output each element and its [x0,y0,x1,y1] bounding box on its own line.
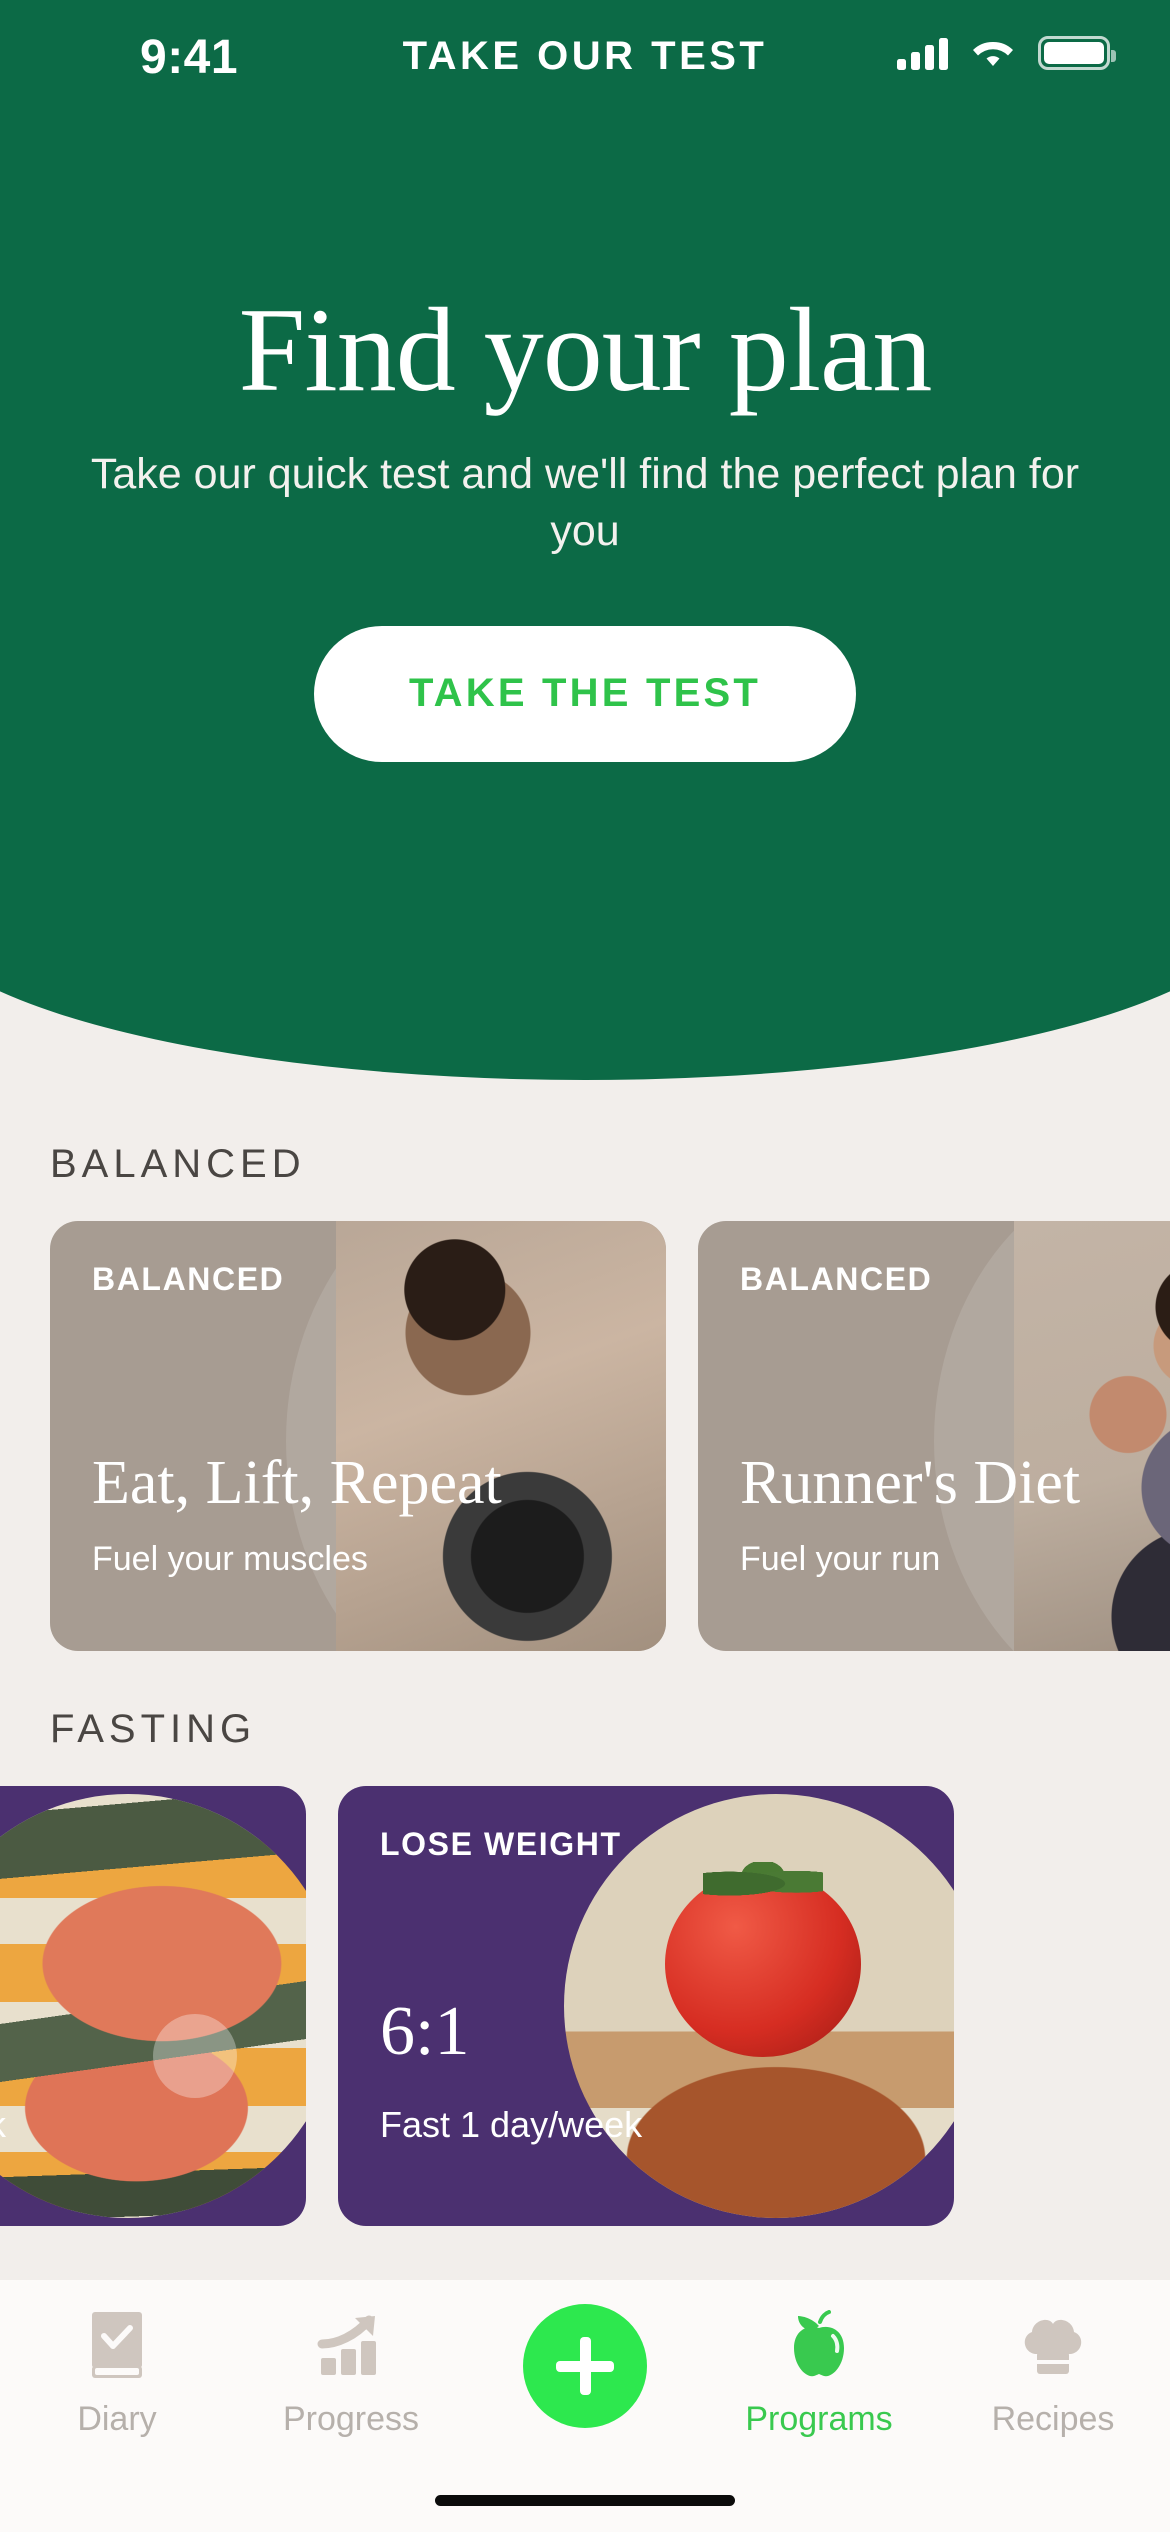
card-title: Runner's Diet [740,1449,1081,1517]
status-bar-icons [897,36,1116,70]
man-lifting-dumbbell-photo [336,1221,666,1651]
fasting-card-rail[interactable]: WEIGHT days/week LOSE WEIGHT 6:1 Fast 1 … [0,1786,1170,2226]
section-heading-balanced: BALANCED [50,1142,306,1186]
program-card-runners-diet[interactable]: BALANCED Runner's Diet Fuel your run [698,1221,1170,1651]
hero-subtitle: Take our quick test and we'll find the p… [90,450,1080,555]
card-title: 6:1 [380,1993,470,2070]
card-subtitle: days/week [0,2104,6,2146]
card-tag: LOSE WEIGHT [380,1826,622,1862]
page-title: Find your plan [238,283,933,416]
add-entry-container [485,2304,685,2428]
diary-book-check-icon [86,2308,148,2384]
hero-section: Find your plan Take our quick test and w… [0,0,1170,762]
status-bar: 9:41 TAKE OUR TEST [0,0,1170,104]
wifi-icon [970,36,1016,70]
woman-yoga-pose-photo [1014,1221,1170,1651]
card-subtitle: Fuel your muscles [92,1540,368,1578]
tomatoes-and-cucumbers-photo [0,1794,306,2218]
card-tag: BALANCED [92,1261,285,1297]
nav-label: Diary [77,2400,157,2438]
take-the-test-button[interactable]: TAKE THE TEST [314,625,856,762]
cta-container: TAKE THE TEST [0,625,1170,762]
nav-item-diary[interactable]: Diary [17,2308,217,2439]
nav-label: Recipes [991,2400,1115,2438]
program-card-eat-lift-repeat[interactable]: BALANCED Eat, Lift, Repeat Fuel your mus… [50,1221,666,1651]
battery-icon [1038,36,1116,70]
add-entry-button[interactable] [523,2304,647,2428]
app-screen: 9:41 TAKE OUR TEST Find your plan Take o… [0,0,1170,2532]
nav-label: Programs [745,2400,893,2438]
card-subtitle: Fast 1 day/week [380,2104,643,2145]
nav-item-progress[interactable]: Progress [251,2308,451,2439]
program-card-fasting-partial[interactable]: WEIGHT days/week [0,1786,306,2226]
section-heading-fasting: FASTING [50,1707,257,1751]
home-indicator[interactable] [435,2495,735,2506]
card-title: Eat, Lift, Repeat [92,1449,502,1517]
card-subtitle: Fuel your run [740,1540,941,1578]
nav-item-recipes[interactable]: Recipes [953,2308,1153,2439]
cellular-signal-icon [897,36,948,70]
apple-icon [784,2308,854,2384]
bar-chart-arrow-icon [315,2308,387,2384]
card-tag: BALANCED [740,1261,933,1297]
nav-item-programs[interactable]: Programs [719,2308,919,2439]
tomato-on-bread-photo [564,1794,954,2218]
chef-hat-icon [1017,2308,1089,2384]
programs-content: BALANCED BALANCED Eat, Lift, Repeat Fuel… [0,1080,1170,2226]
program-card-six-one[interactable]: LOSE WEIGHT 6:1 Fast 1 day/week [338,1786,954,2226]
balanced-card-rail[interactable]: BALANCED Eat, Lift, Repeat Fuel your mus… [0,1221,1170,1651]
nav-label: Progress [282,2400,420,2438]
